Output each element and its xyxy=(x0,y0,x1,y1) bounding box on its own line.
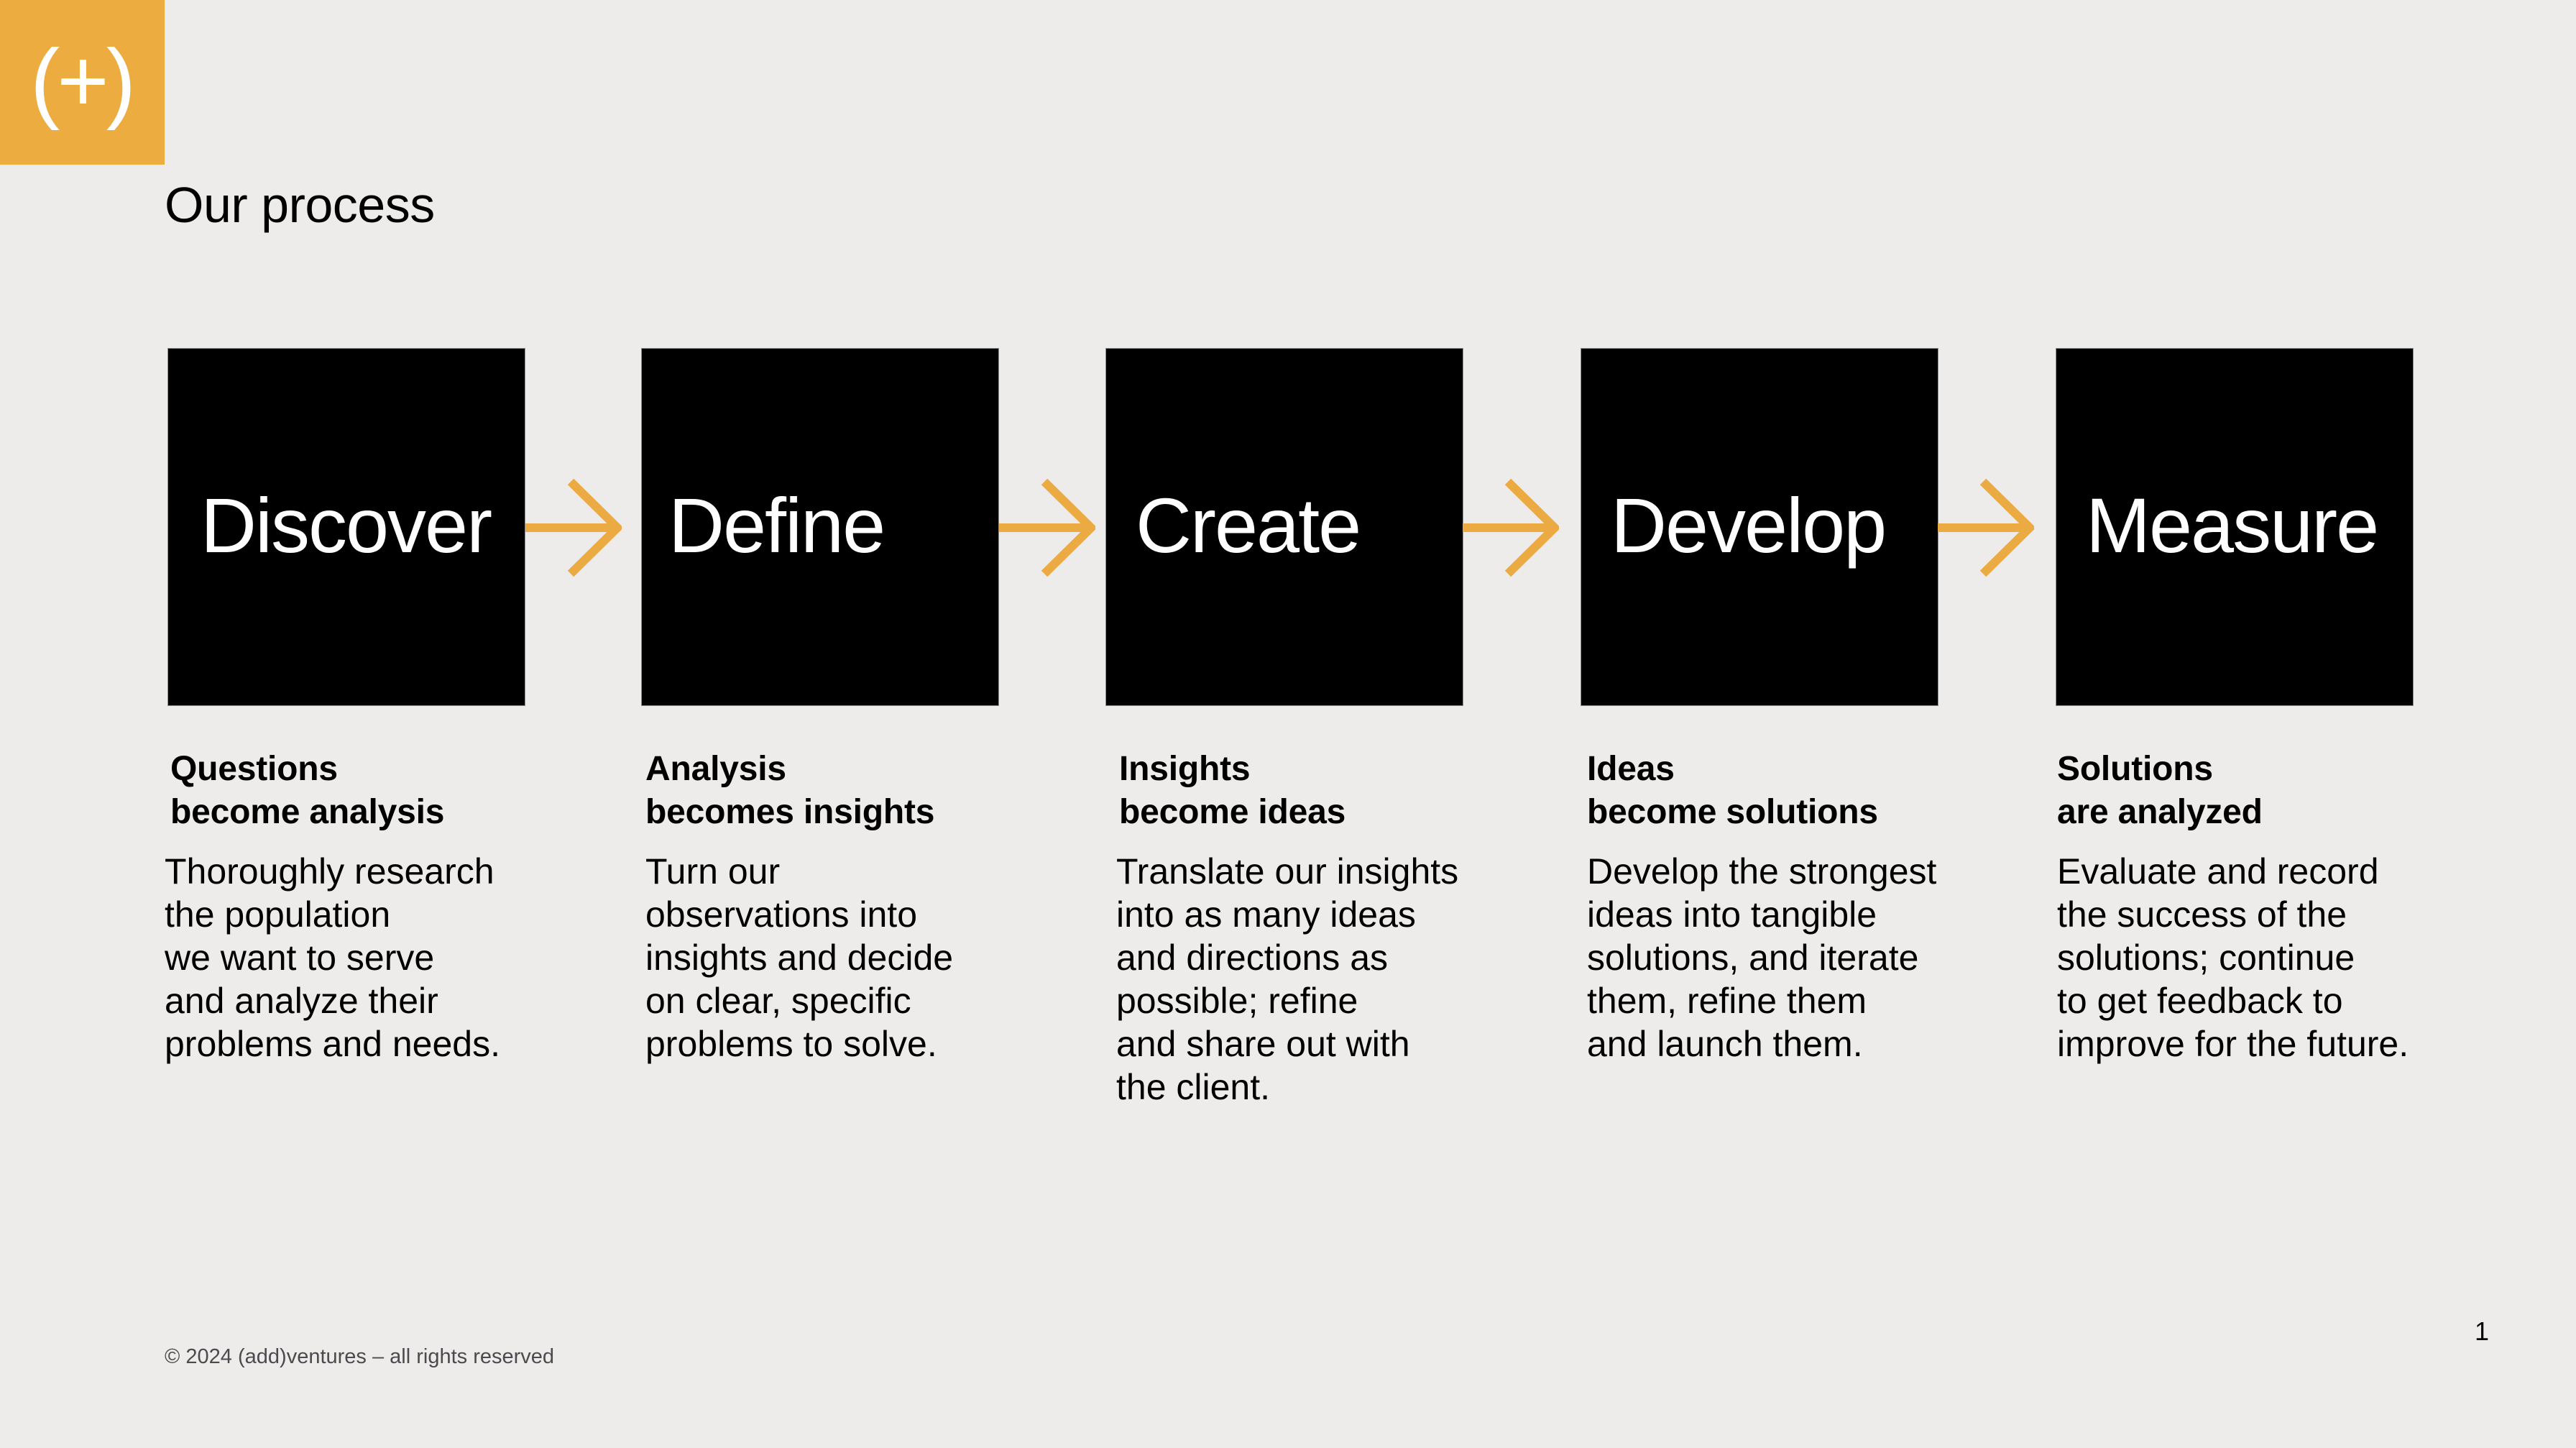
arrow-right-icon xyxy=(1938,477,2034,578)
step-heading-line: Ideas xyxy=(1587,750,1675,788)
step-description-create: Insights become ideas Translate our insi… xyxy=(1116,748,1519,1109)
step-body: Evaluate and record the success of the s… xyxy=(2057,850,2460,1066)
add-plus-logo-icon: (+) xyxy=(30,31,136,131)
step-body-line: possible; refine xyxy=(1116,981,1358,1021)
step-label: Develop xyxy=(1611,482,1887,569)
step-body-line: Thoroughly research xyxy=(165,851,494,892)
step-heading-line: are analyzed xyxy=(2057,793,2263,831)
arrow-right-icon xyxy=(525,477,622,578)
step-heading-line: Solutions xyxy=(2057,750,2213,788)
step-body-line: and analyze their xyxy=(165,981,438,1021)
step-body: Develop the strongest ideas into tangibl… xyxy=(1587,850,1990,1066)
step-body-line: to get feedback to xyxy=(2057,981,2343,1021)
step-label: Create xyxy=(1136,482,1361,569)
step-description-define: Analysis becomes insights Turn our obser… xyxy=(645,748,1048,1066)
arrow-right-icon xyxy=(1463,477,1559,578)
step-heading-line: become analysis xyxy=(170,793,445,831)
step-heading: Analysis becomes insights xyxy=(645,748,1048,834)
step-label: Define xyxy=(668,482,886,569)
step-body-line: improve for the future. xyxy=(2057,1024,2409,1064)
step-body: Thoroughly research the population we wa… xyxy=(165,850,567,1066)
arrow-right-icon xyxy=(999,477,1095,578)
step-body-line: we want to serve xyxy=(165,938,435,978)
step-body-line: and directions as xyxy=(1116,938,1389,978)
step-body-line: them, refine them xyxy=(1587,981,1867,1021)
step-heading: Ideas become solutions xyxy=(1587,748,1990,834)
step-body-line: Develop the strongest xyxy=(1587,851,1937,892)
step-body-line: and share out with xyxy=(1116,1024,1410,1064)
step-body-line: the population xyxy=(165,894,391,935)
brand-logo: (+) xyxy=(0,0,165,165)
step-heading-line: becomes insights xyxy=(645,793,935,831)
step-box-measure: Measure xyxy=(2056,348,2414,706)
step-description-measure: Solutions are analyzed Evaluate and reco… xyxy=(2057,748,2460,1066)
footer-copyright: © 2024 (add)ventures – all rights reserv… xyxy=(165,1345,555,1368)
step-body-line: insights and decide xyxy=(645,938,954,978)
step-box-define: Define xyxy=(641,348,999,706)
step-description-discover: Questions become analysis Thoroughly res… xyxy=(165,748,567,1066)
step-heading-line: become ideas xyxy=(1119,793,1346,831)
step-heading-line: Questions xyxy=(170,750,338,788)
page-number: 1 xyxy=(2475,1316,2490,1346)
step-body-line: Translate our insights xyxy=(1116,851,1459,892)
step-heading: Insights become ideas xyxy=(1116,748,1519,834)
step-body-line: observations into xyxy=(645,894,918,935)
step-body-line: into as many ideas xyxy=(1116,894,1416,935)
step-body-line: the client. xyxy=(1116,1067,1271,1107)
step-body-line: problems to solve. xyxy=(645,1024,937,1064)
step-label: Discover xyxy=(201,482,492,569)
step-body-line: solutions, and iterate xyxy=(1587,938,1919,978)
step-heading-line: become solutions xyxy=(1587,793,1878,831)
step-heading-line: Insights xyxy=(1119,750,1251,788)
step-body-line: on clear, specific xyxy=(645,981,911,1021)
step-box-create: Create xyxy=(1105,348,1463,706)
step-body-line: Evaluate and record xyxy=(2057,851,2379,892)
step-heading: Solutions are analyzed xyxy=(2057,748,2460,834)
step-box-discover: Discover xyxy=(167,348,525,706)
page-title: Our process xyxy=(165,177,435,233)
step-body-line: solutions; continue xyxy=(2057,938,2355,978)
step-body-line: ideas into tangible xyxy=(1587,894,1877,935)
step-body: Turn our observations into insights and … xyxy=(645,850,1048,1066)
step-label: Measure xyxy=(2086,482,2379,569)
step-body-line: and launch them. xyxy=(1587,1024,1863,1064)
step-body-line: Turn our xyxy=(645,851,781,892)
step-heading: Questions become analysis xyxy=(165,748,567,834)
step-box-develop: Develop xyxy=(1581,348,1938,706)
step-body-line: the success of the xyxy=(2057,894,2347,935)
step-body-line: problems and needs. xyxy=(165,1024,500,1064)
step-heading-line: Analysis xyxy=(645,750,786,788)
step-body: Translate our insights into as many idea… xyxy=(1116,850,1519,1109)
step-description-develop: Ideas become solutions Develop the stron… xyxy=(1587,748,1990,1066)
